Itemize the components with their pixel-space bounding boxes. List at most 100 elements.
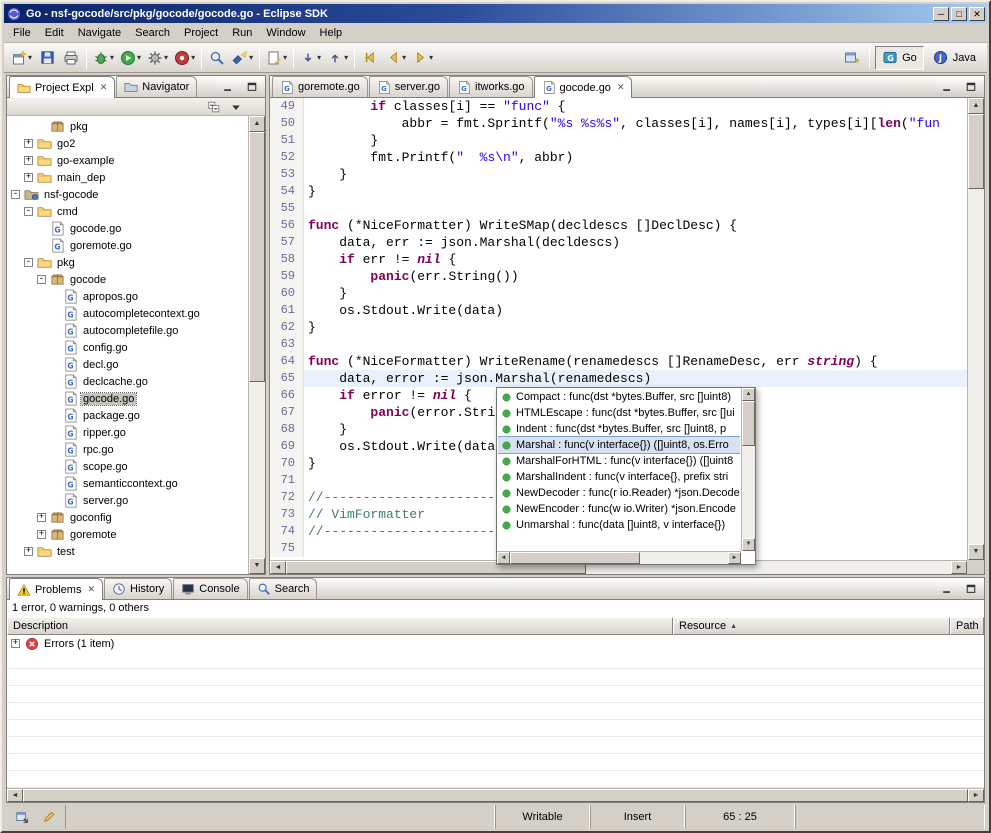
tab-itworks-go[interactable]: Gitworks.go (449, 76, 533, 97)
mark-occurrences-button[interactable] (38, 808, 60, 826)
close-button[interactable]: ✕ (969, 7, 985, 21)
code-line-53[interactable]: 53 } (270, 166, 967, 183)
code-editor[interactable]: 49 if classes[i] == "func" {50 abbr = fm… (270, 98, 984, 574)
expand-handle[interactable]: + (24, 547, 33, 556)
code-line-60[interactable]: 60 } (270, 285, 967, 302)
tree-item-gocode[interactable]: -gocode (7, 271, 248, 288)
expand-handle[interactable]: + (37, 530, 46, 539)
menu-navigate[interactable]: Navigate (71, 25, 128, 41)
autocomplete-item[interactable]: Indent : func(dst *bytes.Buffer, src []u… (498, 421, 740, 437)
perspective-java-button[interactable]: JJava (926, 46, 983, 70)
profile-button[interactable]: ▾ (171, 46, 198, 70)
scroll-up-button[interactable]: ▲ (742, 388, 755, 401)
code-line-50[interactable]: 50 abbr = fmt.Sprintf("%s %s%s", classes… (270, 115, 967, 132)
menu-help[interactable]: Help (313, 25, 350, 41)
tree-item-server-go[interactable]: Gserver.go (7, 492, 248, 509)
minimize-view-button[interactable] (936, 580, 958, 598)
code-line-49[interactable]: 49 if classes[i] == "func" { (270, 98, 967, 115)
new-wizard-button[interactable]: ▾ (8, 46, 35, 70)
menu-window[interactable]: Window (259, 25, 312, 41)
tab-gocode-go[interactable]: Ggocode.go✕ (534, 76, 633, 98)
code-line-63[interactable]: 63 (270, 336, 967, 353)
minimize-view-button[interactable] (217, 78, 239, 96)
tab-console[interactable]: Console (173, 578, 247, 599)
collapse-handle[interactable]: - (37, 275, 46, 284)
tab-goremote-go[interactable]: Ggoremote.go (272, 76, 368, 97)
tab-project-expl[interactable]: Project Expl✕ (9, 76, 115, 98)
popup-horizontal-scrollbar[interactable]: ◄ ► (497, 551, 741, 564)
menu-project[interactable]: Project (177, 25, 225, 41)
code-line-55[interactable]: 55 (270, 200, 967, 217)
scroll-down-button[interactable]: ▼ (968, 544, 984, 560)
maximize-button[interactable]: □ (951, 7, 967, 21)
expand-handle[interactable]: + (24, 173, 33, 182)
print-button[interactable] (59, 46, 83, 70)
dropdown-arrow-icon[interactable]: ▾ (402, 53, 406, 62)
open-perspective-button[interactable] (840, 46, 864, 70)
dropdown-arrow-icon[interactable]: ▾ (249, 53, 253, 62)
autocomplete-item[interactable]: HTMLEscape : func(dst *bytes.Buffer, src… (498, 405, 740, 421)
expand-handle[interactable]: + (24, 156, 33, 165)
debug-button[interactable]: ▾ (90, 46, 117, 70)
tab-history[interactable]: History (104, 578, 172, 599)
tree-item-gocode-go[interactable]: Ggocode.go (7, 390, 248, 407)
tree-item-goremote-go[interactable]: Ggoremote.go (7, 237, 248, 254)
code-line-51[interactable]: 51 } (270, 132, 967, 149)
scroll-right-button[interactable]: ► (951, 561, 967, 574)
tree-item-config-go[interactable]: Gconfig.go (7, 339, 248, 356)
prev-annotation-button[interactable]: ▾ (324, 46, 351, 70)
fast-view-button[interactable] (11, 808, 33, 826)
scroll-up-button[interactable]: ▲ (249, 116, 265, 132)
code-line-64[interactable]: 64func (*NiceFormatter) WriteRename(rena… (270, 353, 967, 370)
close-tab-icon[interactable]: ✕ (617, 82, 625, 93)
tree-item-autocompletecontext-go[interactable]: Gautocompletecontext.go (7, 305, 248, 322)
tree-item-cmd[interactable]: -cmd (7, 203, 248, 220)
minimize-view-button[interactable] (936, 78, 958, 96)
scroll-left-button[interactable]: ◄ (270, 561, 286, 574)
code-line-56[interactable]: 56func (*NiceFormatter) WriteSMap(declde… (270, 217, 967, 234)
problems-row-errors[interactable]: +Errors (1 item) (7, 635, 984, 652)
scrollbar-thumb[interactable] (23, 789, 968, 802)
scroll-up-button[interactable]: ▲ (968, 98, 984, 114)
view-menu-button[interactable] (225, 98, 247, 116)
tree-item-go-example[interactable]: +go-example (7, 152, 248, 169)
next-annotation-button[interactable]: ▾ (297, 46, 324, 70)
autocomplete-item[interactable]: MarshalIndent : func(v interface{}, pref… (498, 469, 740, 485)
autocomplete-item[interactable]: NewDecoder : func(r io.Reader) *json.Dec… (498, 485, 740, 501)
column-header-resource[interactable]: Resource▲ (673, 617, 950, 635)
autocomplete-item[interactable]: NewEncoder : func(w io.Writer) *json.Enc… (498, 501, 740, 517)
scrollbar-thumb[interactable] (968, 114, 984, 189)
popup-vertical-scrollbar[interactable]: ▲ ▼ (741, 388, 755, 551)
code-line-62[interactable]: 62} (270, 319, 967, 336)
tree-item-test[interactable]: +test (7, 543, 248, 560)
tree-item-apropos-go[interactable]: Gapropos.go (7, 288, 248, 305)
collapse-handle[interactable]: - (24, 258, 33, 267)
scrollbar-thumb[interactable] (742, 401, 755, 446)
scroll-right-button[interactable]: ► (728, 552, 741, 564)
tree-item-pkg[interactable]: pkg (7, 118, 248, 135)
column-header-description[interactable]: Description (7, 617, 673, 635)
code-line-61[interactable]: 61 os.Stdout.Write(data) (270, 302, 967, 319)
dropdown-arrow-icon[interactable]: ▾ (164, 53, 168, 62)
autocomplete-item[interactable]: Unmarshal : func(data []uint8, v interfa… (498, 517, 740, 533)
scrollbar-thumb[interactable] (249, 132, 265, 382)
maximize-view-button[interactable] (241, 78, 263, 96)
editor-vertical-scrollbar[interactable]: ▲ ▼ (967, 98, 984, 560)
scroll-right-button[interactable]: ► (968, 789, 984, 802)
open-type-button[interactable] (205, 46, 229, 70)
titlebar[interactable]: Go - nsf-gocode/src/pkg/gocode/gocode.go… (4, 4, 987, 23)
expand-handle[interactable]: + (37, 513, 46, 522)
autocomplete-item[interactable]: Compact : func(dst *bytes.Buffer, src []… (498, 389, 740, 405)
dropdown-arrow-icon[interactable]: ▾ (110, 53, 114, 62)
tree-item-ripper-go[interactable]: Gripper.go (7, 424, 248, 441)
maximize-view-button[interactable] (960, 78, 982, 96)
menu-run[interactable]: Run (225, 25, 259, 41)
forward-button[interactable]: ▾ (409, 46, 436, 70)
tab-search[interactable]: Search (249, 578, 318, 599)
tree-item-go2[interactable]: +go2 (7, 135, 248, 152)
tab-problems[interactable]: Problems✕ (9, 578, 103, 600)
tab-navigator[interactable]: Navigator (116, 76, 197, 97)
tree-item-autocompletefile-go[interactable]: Gautocompletefile.go (7, 322, 248, 339)
tree-item-scope-go[interactable]: Gscope.go (7, 458, 248, 475)
maximize-view-button[interactable] (960, 580, 982, 598)
